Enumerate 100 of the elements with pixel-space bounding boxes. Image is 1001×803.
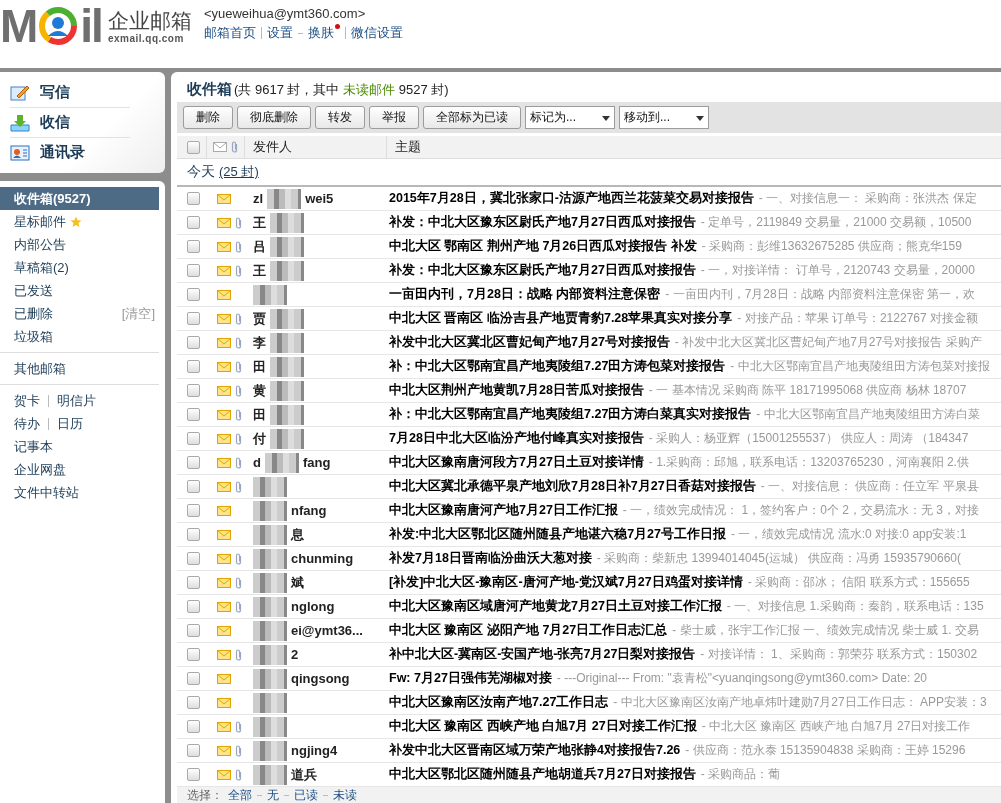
row-checkbox[interactable] [187,600,200,613]
sender-name: 李 [253,333,266,352]
mail-row[interactable]: ngjing4 补发中北大区晋南区域万荣产地张静4对接报告7.26 - 供应商：范永泰 15135904838 采购商：王婷 15296 [177,739,1001,763]
folder-item[interactable]: 收件箱(9527) [0,187,159,210]
nav-link[interactable]: 通讯录 [10,138,130,167]
mail-row[interactable]: ei@ymt36... 中北大区 豫南区 泌阳产地 7月27日工作日志汇总 - 柴士威，张宇工作汇报 一、绩效完成情况 柴士威 1. 交易 [177,619,1001,643]
mail-row[interactable]: 田 补：中北大区鄂南宜昌产地夷陵组7.27田方涛包菜对接报告 - 中北大区鄂南宜昌产地夷陵组田方涛包菜对接报 [177,355,1001,379]
redaction-block [270,212,304,233]
row-checkbox[interactable] [187,648,200,661]
toolbar-button[interactable]: 转发 [315,106,365,129]
row-checkbox[interactable] [187,216,200,229]
mail-preview: - 一，对接详情： 订单号，2120743 交易量，20000 [700,262,975,279]
row-checkbox[interactable] [187,672,200,685]
folder-item[interactable]: 草稿箱(2) [0,256,159,279]
mail-preview: - 对接产品：苹果 订单号：2122767 对接金额 [737,310,978,327]
row-checkbox[interactable] [187,696,200,709]
select-link[interactable]: 已读 [294,787,318,803]
tool-link[interactable]: 贺卡 [14,391,40,410]
paperclip-icon [235,720,242,733]
header-link[interactable]: 换肤 [307,24,340,42]
mail-row[interactable]: 王 补发：中北大区豫东区尉氏产地7月27日西瓜对接报告 - 一，对接详情： 订单号，2120743 交易量，20000 [177,259,1001,283]
row-checkbox[interactable] [187,552,200,565]
row-checkbox[interactable] [187,504,200,517]
row-checkbox[interactable] [187,744,200,757]
mail-row[interactable]: 黄 中北大区荆州产地黄凯7月28日苦瓜对接报告 - 一 基本情况 采购商 陈平 18171995068 供应商 杨林 18707 [177,379,1001,403]
select-link[interactable]: 全部 [228,787,252,803]
toolbar-button[interactable]: 彻底删除 [237,106,311,129]
column-label[interactable]: 主题 [395,138,421,156]
mail-row[interactable]: d fang 中北大区豫南唐河段方7月27日土豆对接详情 - 1.采购商：邱旭，联系电话：13203765230，河南襄阳 2.供 [177,451,1001,475]
logo-letter: il [80,6,102,46]
tool-link[interactable]: 记事本 [14,437,53,456]
row-checkbox[interactable] [187,528,200,541]
tool-link[interactable]: 企业网盘 [14,460,66,479]
column-label[interactable]: 发件人 [253,138,292,156]
nav-link[interactable]: 收信 [10,108,130,138]
tool-link[interactable]: 日历 [57,414,83,433]
mail-row[interactable]: 李 补发中北大区冀北区曹妃甸产地7月27号对接报告 - 补发中北大区冀北区曹妃甸产地7月27号对接报告 采购产 [177,331,1001,355]
row-checkbox[interactable] [187,288,200,301]
select-link[interactable]: 无 [267,787,279,803]
folder-item[interactable]: 内部公告 [0,233,159,256]
row-checkbox[interactable] [187,336,200,349]
mail-row[interactable]: 中北大区冀北承德平泉产地刘欣7月28日补7月27日香菇对接报告 - 一、对接信息： 供应商：任立军 平泉县 [177,475,1001,499]
row-checkbox[interactable] [187,192,200,205]
tool-link[interactable]: 明信片 [57,391,96,410]
mail-row[interactable]: qingsong Fw: 7月27日强伟芜湖椒对接 - ---Original--- From: "袁青松"<yuanqingsong@ymt360.com> Date: 20 [177,667,1001,691]
row-checkbox[interactable] [187,720,200,733]
mail-row[interactable]: 王 补发：中北大区豫东区尉氏产地7月27日西瓜对接报告 - 定单号，2119849 交易量，21000 交易额，10500 [177,211,1001,235]
row-checkbox[interactable] [187,432,200,445]
envelope-icon [217,385,231,396]
header-link[interactable]: 邮箱首页 [203,24,256,42]
unread-link[interactable]: 未读邮件 [343,82,396,97]
mail-row[interactable]: 一亩田内刊，7月28日：战略 内部资料注意保密 - 一亩田内刊，7月28日：战略 内部资料注意保密 第一，欢 [177,283,1001,307]
mail-row[interactable]: 贾 中北大区 晋南区 临汾吉县产地贾青豹7.28苹果真实对接分享 - 对接产品：苹果 订单号：2122767 对接金额 [177,307,1001,331]
header-link[interactable]: 设置 [266,24,293,42]
group-count-link[interactable]: (25 封) [219,163,259,181]
mail-subject: 中北大区豫南区域唐河产地黄龙7月27日土豆对接工作汇报 [389,598,722,615]
nav-link[interactable]: 写信 [10,78,130,108]
toolbar-button[interactable]: 举报 [369,106,419,129]
mail-row[interactable]: 中北大区 豫南区 西峡产地 白旭7月 27日对接工作汇报 - 中北大区 豫南区 西峡产地 白旭7月 27日对接工作 [177,715,1001,739]
folder-item[interactable]: 垃圾箱 [0,325,159,348]
tool-link[interactable]: 待办 [14,414,40,433]
mail-row[interactable]: 吕 中北大区 鄂南区 荆州产地 7月26日西瓜对接报告 补发 - 采购商：彭维13632675285 供应商；熊克华159 [177,235,1001,259]
row-checkbox[interactable] [187,576,200,589]
header-link[interactable]: 微信设置 [350,24,403,42]
folder-item[interactable]: 已发送 [0,279,159,302]
folder-item[interactable]: 已删除 [清空] [0,302,159,325]
row-checkbox[interactable] [187,240,200,253]
dropdown[interactable]: 标记为... [525,106,615,129]
select-all-checkbox[interactable] [187,140,200,154]
row-checkbox[interactable] [187,312,200,325]
folder-item[interactable]: 其他邮箱 [0,357,159,380]
row-checkbox[interactable] [187,408,200,421]
toolbar-button[interactable]: 删除 [183,106,233,129]
row-checkbox[interactable] [187,768,200,781]
mail-row[interactable]: nglong 中北大区豫南区域唐河产地黄龙7月27日土豆对接工作汇报 - 一、对接信息 1.采购商：秦韵，联系电话：135 [177,595,1001,619]
folder-item[interactable]: 星标邮件 [0,210,159,233]
paperclip-icon [235,456,242,469]
row-checkbox[interactable] [187,480,200,493]
row-checkbox[interactable] [187,624,200,637]
mail-row[interactable]: 息 补发:中北大区鄂北区随州随县产地谌六稳7月27号工作日报 - 一，绩效完成情况 流水:0 对接:0 app安装:1 [177,523,1001,547]
mail-row[interactable]: 田 补：中北大区鄂南宜昌产地夷陵组7.27田方涛白菜真实对接报告 - 中北大区鄂南宜昌产地夷陵组田方涛白菜 [177,403,1001,427]
select-link[interactable]: 未读 [333,787,357,803]
dropdown[interactable]: 移动到... [619,106,709,129]
mail-row[interactable]: 中北大区豫南区汝南产地7.27工作日志 - 中北大区豫南区汝南产地卓炜叶建勋7月27日工作日志： APP安装：3 [177,691,1001,715]
row-checkbox[interactable] [187,360,200,373]
toolbar-button[interactable]: 全部标为已读 [423,106,521,129]
sender-name: 吕 [253,237,266,256]
mail-row[interactable]: zl wei5 2015年7月28日，冀北张家口-沽源产地西兰花菠菜交易对接报告 - 一、对接信息一： 采购商：张洪杰 保定 [177,187,1001,211]
row-checkbox[interactable] [187,264,200,277]
mail-row[interactable]: nfang 中北大区豫南唐河产地7月27日工作汇报 - 一，绩效完成情况： 1，签约客户：0个 2，交易流水：无 3，对接 [177,499,1001,523]
sender-name: d [253,455,261,470]
mail-row[interactable]: 付 7月28日中北大区临汾产地付峰真实对接报告 - 采购人：杨亚辉（15001255537） 供应人：周涛 （184347 [177,427,1001,451]
mail-row[interactable]: 2 补中北大区-冀南区-安国产地-张亮7月27日梨对接报告 - 对接详情： 1、采购商：郭荣芬 联系方式：150302 [177,643,1001,667]
mail-row[interactable]: chunming 补发7月18日晋南临汾曲沃大葱对接 - 采购商：柴新忠 13994014045(运城） 供应商：冯勇 15935790660( [177,547,1001,571]
mail-row[interactable]: 斌 [补发]中北大区-豫南区-唐河产地-党汉斌7月27日鸡蛋对接详情 - 采购商：邵冰； 信阳 联系方式：155655 [177,571,1001,595]
row-checkbox[interactable] [187,456,200,469]
tool-link[interactable]: 文件中转站 [14,483,79,502]
mail-subject: 中北大区豫南唐河段方7月27日土豆对接详情 [389,454,644,471]
folder-title: 收件箱 [187,80,232,99]
row-checkbox[interactable] [187,384,200,397]
